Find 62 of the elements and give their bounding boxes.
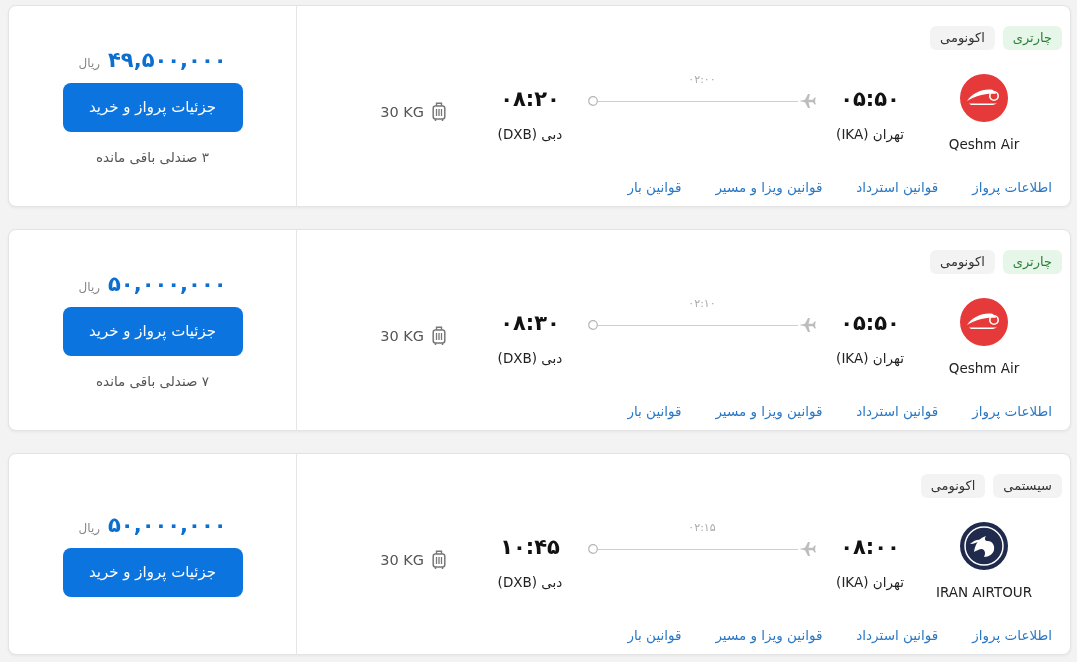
details-button[interactable]: جزئیات پرواز و خرید: [62, 82, 243, 132]
ring-icon: [588, 544, 598, 554]
info-link[interactable]: قوانین استرداد: [856, 627, 939, 644]
info-link[interactable]: قوانین بار: [627, 403, 682, 420]
duration-text: ۰۲:۱۰: [688, 298, 716, 310]
baggage-text: 30 KG: [380, 551, 424, 569]
price-text: ۴۹,۵۰۰,۰۰۰: [108, 46, 227, 73]
seats-left-text: ۳ صندلی باقی مانده: [96, 147, 209, 166]
info-link[interactable]: قوانین ویزا و مسیر: [715, 403, 823, 420]
currency-text: ریال: [78, 55, 100, 70]
departure-time: ۰۵:۵۰: [840, 311, 900, 335]
luggage-icon: [432, 550, 446, 570]
plane-icon: [798, 316, 816, 334]
arrival-city: دبی (DXB): [497, 350, 563, 367]
arrival-time: ۰۸:۳۰: [500, 311, 560, 335]
plane-icon: [798, 92, 816, 110]
departure-time: ۰۵:۵۰: [840, 87, 900, 111]
fare-tag: اکونومی: [930, 26, 995, 50]
arrival-time: ۰۸:۲۰: [500, 87, 560, 111]
ring-icon: [588, 320, 598, 330]
currency-text: ریال: [78, 520, 100, 535]
duration-text: ۰۲:۱۵: [688, 522, 716, 534]
fare-tag: اکونومی: [930, 250, 995, 274]
airline-name: IRAN AIRTOUR: [935, 584, 1033, 600]
baggage-text: 30 KG: [380, 103, 424, 121]
info-link[interactable]: قوانین بار: [627, 627, 682, 644]
price-text: ۵۰,۰۰۰,۰۰۰: [108, 270, 227, 297]
seats-left-text: ۷ صندلی باقی مانده: [96, 371, 209, 390]
fare-tag: سیستمی: [993, 474, 1062, 498]
info-link[interactable]: قوانین استرداد: [856, 403, 939, 420]
airline-name: Qeshm Air: [948, 360, 1020, 376]
info-link[interactable]: قوانین ویزا و مسیر: [715, 179, 823, 196]
fare-tag: اکونومی: [920, 474, 986, 498]
info-link[interactable]: قوانین ویزا و مسیر: [715, 627, 823, 644]
airline-logo-icon: [960, 298, 1008, 346]
fare-tag: چارتری: [1002, 26, 1062, 50]
departure-city: تهران (IKA): [836, 126, 904, 143]
fare-tag: چارتری: [1002, 250, 1062, 274]
airline-logo-icon: [960, 74, 1008, 122]
departure-time: ۰۸:۰۰: [840, 535, 900, 559]
info-link[interactable]: قوانین استرداد: [856, 179, 939, 196]
departure-city: تهران (IKA): [836, 350, 904, 367]
arrival-city: دبی (DXB): [497, 574, 563, 591]
currency-text: ریال: [78, 279, 100, 294]
plane-icon: [798, 540, 816, 558]
info-link[interactable]: اطلاعات پرواز: [972, 403, 1052, 420]
luggage-icon: [432, 326, 446, 346]
info-link[interactable]: اطلاعات پرواز: [972, 179, 1052, 196]
airline-name: Qeshm Air: [948, 136, 1020, 152]
price-text: ۵۰,۰۰۰,۰۰۰: [108, 511, 227, 538]
baggage-text: 30 KG: [380, 327, 424, 345]
luggage-icon: [432, 102, 446, 122]
details-button[interactable]: جزئیات پرواز و خرید: [62, 547, 243, 597]
duration-text: ۰۲:۰۰: [688, 74, 716, 86]
arrival-city: دبی (DXB): [497, 126, 563, 143]
departure-city: تهران (IKA): [836, 574, 904, 591]
info-link[interactable]: اطلاعات پرواز: [972, 627, 1052, 644]
info-link[interactable]: قوانین بار: [627, 179, 682, 196]
arrival-time: ۱۰:۴۵: [500, 535, 560, 559]
details-button[interactable]: جزئیات پرواز و خرید: [62, 306, 243, 356]
ring-icon: [588, 96, 598, 106]
airline-logo-icon: [960, 522, 1008, 570]
